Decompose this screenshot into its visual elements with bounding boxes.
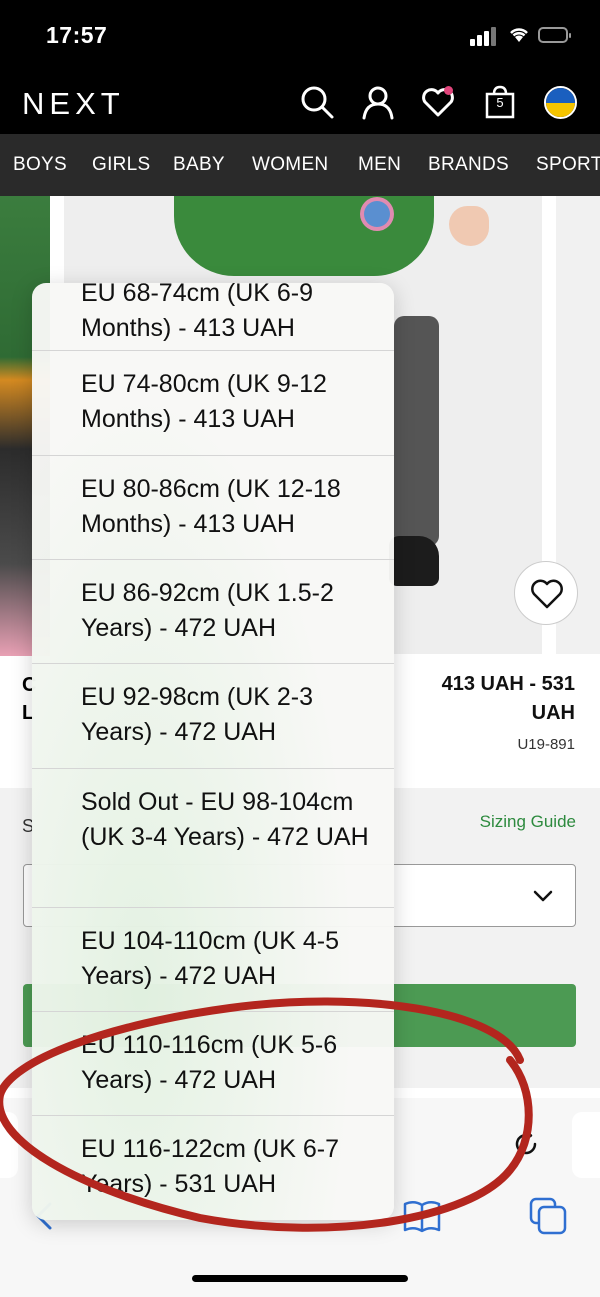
- size-option[interactable]: EU 80-86cm (UK 12-18 Months) - 413 UAH: [32, 455, 394, 559]
- shoe-shape: [389, 536, 439, 586]
- nav-girls[interactable]: GIRLS: [92, 154, 151, 176]
- sizing-guide-link[interactable]: Sizing Guide: [430, 812, 576, 832]
- battery-icon: [538, 27, 571, 43]
- size-option-sold-out[interactable]: Sold Out - EU 98-104cm (UK 3-4 Years) - …: [32, 768, 394, 907]
- size-option[interactable]: EU 92-98cm (UK 2-3 Years) - 472 UAH: [32, 663, 394, 768]
- home-indicator: [192, 1275, 408, 1282]
- category-nav: BOYS GIRLS BABY WOMEN MEN BRANDS SPORT: [0, 134, 600, 196]
- size-option[interactable]: EU 74-80cm (UK 9-12 Months) - 413 UAH: [32, 350, 394, 455]
- ukraine-flag-icon[interactable]: [544, 86, 577, 119]
- wishlist-badge-dot: [444, 86, 453, 95]
- leg-shape: [394, 316, 439, 546]
- nav-boys[interactable]: BOYS: [13, 154, 67, 176]
- heart-icon: [531, 579, 563, 609]
- size-option-label: EU 68-74cm (UK 6-9 Months) - 413 UAH: [81, 283, 314, 342]
- chevron-down-icon: [530, 884, 556, 908]
- hand-shape: [449, 206, 489, 246]
- account-icon[interactable]: [360, 84, 396, 120]
- size-option-label: Sold Out - EU 98-104cm (UK 3-4 Years) - …: [81, 788, 369, 851]
- size-option-label: EU 80-86cm (UK 12-18 Months) - 413 UAH: [81, 475, 341, 538]
- product-code: U19-891: [517, 736, 575, 753]
- size-option-label: EU 74-80cm (UK 9-12 Months) - 413 UAH: [81, 370, 327, 433]
- bag-count: 5: [496, 95, 504, 110]
- signal-icon: [470, 26, 500, 46]
- next-logo[interactable]: NEXT: [22, 86, 125, 122]
- favourite-button[interactable]: [514, 561, 578, 625]
- size-option-label: EU 92-98cm (UK 2-3 Years) - 472 UAH: [81, 683, 314, 746]
- wifi-icon: [508, 26, 530, 44]
- size-option-label: EU 86-92cm (UK 1.5-2 Years) - 472 UAH: [81, 579, 334, 642]
- size-option[interactable]: EU 86-92cm (UK 1.5-2 Years) - 472 UAH: [32, 559, 394, 663]
- search-icon[interactable]: [299, 84, 335, 120]
- nav-brands[interactable]: BRANDS: [428, 154, 509, 176]
- nav-baby[interactable]: BABY: [173, 154, 225, 176]
- nav-sport[interactable]: SPORT: [536, 154, 600, 176]
- sweater-shape: [174, 196, 434, 276]
- annotation-circle: [0, 997, 533, 1232]
- size-option-label: EU 104-110cm (UK 4-5 Years) - 472 UAH: [81, 927, 339, 990]
- product-price: 413 UAH - 531 UAH: [441, 673, 575, 724]
- flower-patch: [364, 201, 390, 227]
- nav-women[interactable]: WOMEN: [252, 154, 328, 176]
- status-time: 17:57: [46, 22, 108, 48]
- nav-men[interactable]: MEN: [358, 154, 401, 176]
- size-option[interactable]: EU 68-74cm (UK 6-9 Months) - 413 UAH: [32, 283, 394, 350]
